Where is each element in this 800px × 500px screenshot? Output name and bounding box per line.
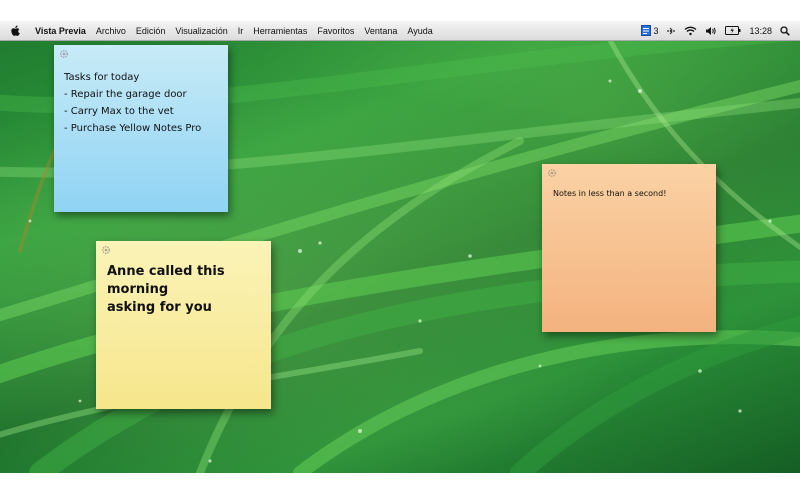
menu-ventana[interactable]: Ventana	[359, 26, 402, 36]
notes-status-item[interactable]: 3	[641, 25, 658, 36]
wifi-icon[interactable]	[684, 26, 697, 36]
menubar-clock[interactable]: 13:28	[749, 26, 772, 36]
notes-count: 3	[653, 25, 659, 36]
menu-edicion[interactable]: Edición	[131, 26, 171, 36]
apple-icon[interactable]	[10, 25, 22, 37]
notes-status-icon	[641, 25, 652, 36]
spotlight-search-icon[interactable]	[780, 25, 790, 36]
bluetooth-icon[interactable]	[666, 27, 676, 35]
gear-icon[interactable]	[101, 245, 111, 255]
menu-visualizacion[interactable]: Visualización	[170, 26, 232, 36]
sticky-note-blue[interactable]: Tasks for today - Repair the garage door…	[54, 45, 228, 212]
gear-icon[interactable]	[59, 49, 69, 59]
menu-app-name[interactable]: Vista Previa	[30, 26, 91, 36]
status-menu-extras: 3 13:28	[641, 25, 800, 36]
gear-icon[interactable]	[547, 168, 557, 178]
menu-bar: Vista Previa Archivo Edición Visualizaci…	[0, 21, 800, 41]
note-text[interactable]: Tasks for today - Repair the garage door…	[64, 69, 201, 137]
volume-icon[interactable]	[705, 26, 717, 36]
note-text[interactable]: Notes in less than a second!	[553, 188, 666, 199]
menu-favoritos[interactable]: Favoritos	[312, 26, 359, 36]
menu-ayuda[interactable]: Ayuda	[402, 26, 437, 36]
note-text[interactable]: Anne called this morning asking for you	[107, 263, 271, 317]
battery-icon[interactable]	[725, 26, 741, 35]
sticky-note-yellow[interactable]: Anne called this morning asking for you	[96, 241, 271, 409]
menu-ir[interactable]: Ir	[233, 26, 249, 36]
sticky-note-orange[interactable]: Notes in less than a second!	[542, 164, 716, 332]
menu-herramientas[interactable]: Herramientas	[248, 26, 312, 36]
menu-archivo[interactable]: Archivo	[91, 26, 131, 36]
